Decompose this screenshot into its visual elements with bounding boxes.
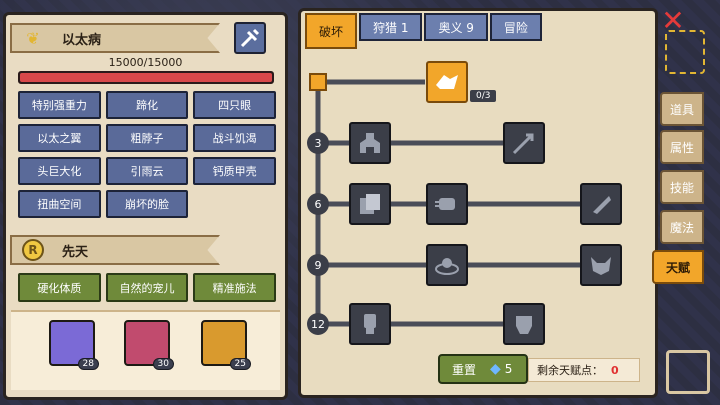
- gem-icon: ◆: [490, 361, 501, 377]
- talent-node-cards[interactable]: [349, 183, 391, 225]
- tier-label: 9: [307, 254, 329, 276]
- reset-label: 重置: [452, 362, 477, 377]
- talent-node-punch[interactable]: [426, 183, 468, 225]
- muscle-body-icon: [360, 133, 380, 153]
- gauntlet-icon: [516, 316, 532, 334]
- tree-root-node: [309, 73, 327, 91]
- reset-button[interactable]: 重置 ◆ 5: [438, 354, 528, 384]
- demon-face-icon: [591, 257, 611, 275]
- side-tab[interactable]: 天赋: [652, 250, 704, 284]
- bow-icon[interactable]: [666, 350, 710, 394]
- raised-fist-icon: [364, 314, 376, 334]
- talent-node-demon[interactable]: [580, 244, 622, 286]
- tier-label: 12: [307, 313, 329, 335]
- cards-icon: [360, 194, 380, 214]
- blade-strike-icon: [593, 196, 611, 214]
- talent-node-handshake[interactable]: [426, 61, 468, 103]
- talent-node-shockwave[interactable]: [426, 244, 468, 286]
- remaining-value: 0: [611, 363, 619, 377]
- side-tab[interactable]: 道具: [660, 92, 704, 126]
- talent-node-fist[interactable]: [349, 303, 391, 345]
- tier-label: 6: [307, 193, 329, 215]
- talent-node-muscle[interactable]: [349, 122, 391, 164]
- talent-progress: 0/3: [470, 90, 497, 102]
- side-tab[interactable]: 魔法: [660, 210, 704, 244]
- side-tab[interactable]: 技能: [660, 170, 704, 204]
- side-tab[interactable]: 属性: [660, 130, 704, 164]
- handshake-icon: [436, 75, 458, 89]
- punch-fist-icon: [435, 198, 455, 210]
- shockwave-icon: [435, 258, 459, 275]
- remaining-points: 剩余天赋点： 0: [528, 358, 640, 382]
- talent-node-arrow[interactable]: [503, 122, 545, 164]
- remaining-label: 剩余天赋点：: [537, 364, 603, 377]
- talent-node-blade[interactable]: [580, 183, 622, 225]
- tier-label: 3: [307, 132, 329, 154]
- minimap[interactable]: [665, 30, 705, 74]
- talent-node-gauntlet[interactable]: [503, 303, 545, 345]
- arrow-hit-icon: [512, 133, 534, 155]
- gem-cost: 5: [504, 362, 513, 376]
